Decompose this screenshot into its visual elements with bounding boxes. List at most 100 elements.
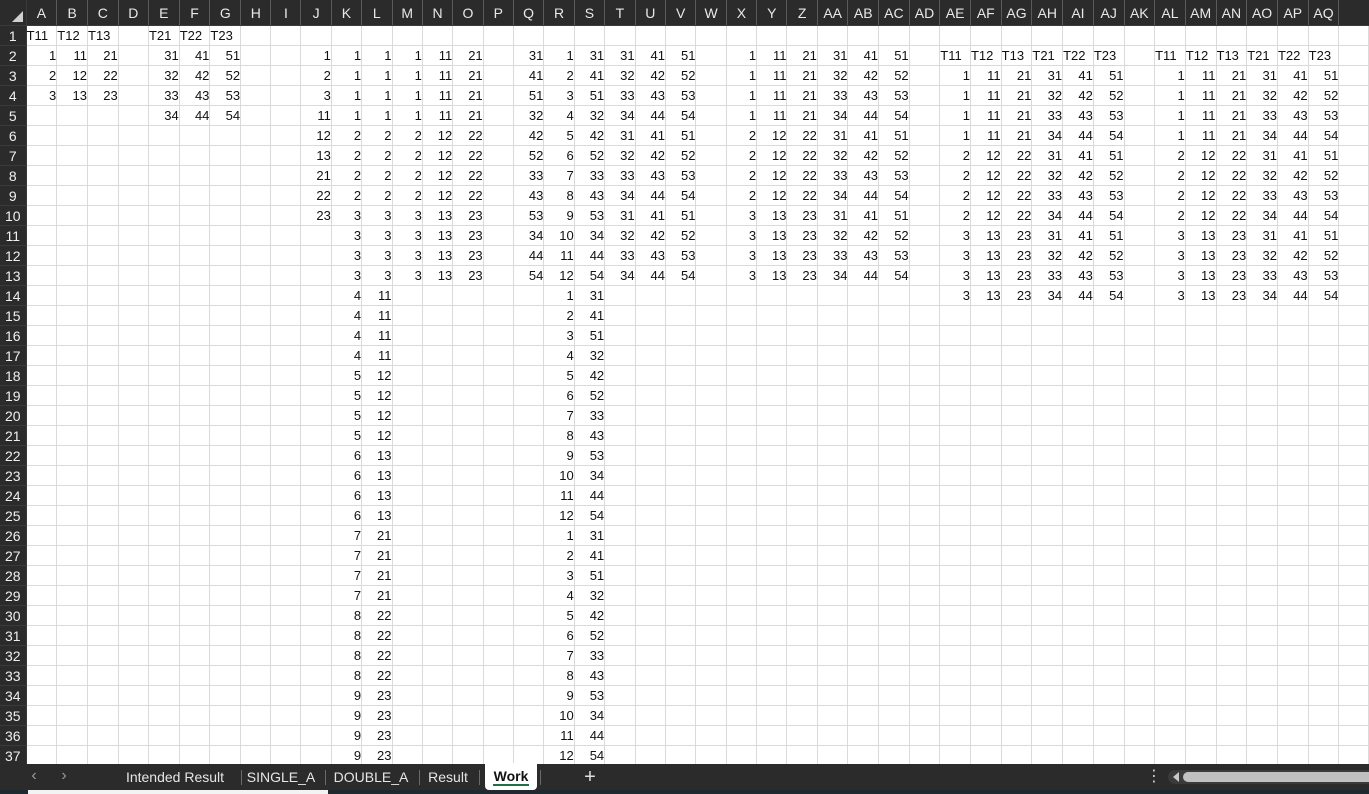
cell-m35[interactable] — [392, 705, 423, 726]
row-header[interactable]: 35 — [0, 705, 27, 726]
cell-ah9[interactable]: 33 — [1031, 185, 1064, 206]
cell-ai31[interactable] — [1062, 625, 1094, 646]
column-header-g[interactable]: G — [209, 0, 241, 26]
cell-am19[interactable] — [1185, 385, 1217, 406]
cell-am12[interactable]: 13 — [1185, 245, 1217, 266]
row-header[interactable]: 14 — [0, 285, 27, 306]
cell-al1[interactable] — [1154, 25, 1186, 46]
cell-am29[interactable] — [1185, 585, 1217, 606]
cell-e35[interactable] — [148, 705, 180, 726]
cell-u29[interactable] — [635, 585, 667, 606]
cell-aj11[interactable]: 51 — [1093, 225, 1125, 246]
cell-j24[interactable] — [300, 485, 332, 506]
cell-l21[interactable]: 12 — [361, 425, 393, 446]
cell-x23[interactable] — [726, 465, 758, 486]
cell-ag15[interactable] — [1001, 305, 1033, 326]
cell-q24[interactable] — [513, 485, 545, 506]
column-header-an[interactable]: AN — [1215, 0, 1247, 26]
cell-z1[interactable] — [786, 25, 818, 46]
cell-ao12[interactable]: 32 — [1246, 245, 1278, 266]
cell-aa36[interactable] — [817, 725, 849, 746]
cell-m4[interactable]: 1 — [392, 85, 423, 106]
cell-ad25[interactable] — [909, 505, 941, 526]
cell-m23[interactable] — [392, 465, 423, 486]
cell-d26[interactable] — [118, 525, 149, 546]
cell-e17[interactable] — [148, 345, 180, 366]
cell-ac7[interactable]: 52 — [878, 145, 910, 166]
cell-e14[interactable] — [148, 285, 180, 306]
row-header[interactable]: 34 — [0, 685, 27, 706]
cell-aq28[interactable] — [1308, 565, 1340, 586]
cell-v33[interactable] — [665, 665, 697, 686]
cell-x31[interactable] — [726, 625, 758, 646]
cell-aq21[interactable] — [1308, 425, 1340, 446]
cell-ac5[interactable]: 54 — [878, 105, 910, 126]
cell-ah1[interactable] — [1031, 25, 1064, 46]
column-header-v[interactable]: V — [665, 0, 696, 26]
column-header-y[interactable]: Y — [756, 0, 787, 26]
row-header[interactable]: 1 — [0, 25, 27, 46]
cell-x30[interactable] — [726, 605, 758, 626]
cell-aa32[interactable] — [817, 645, 849, 666]
cell-s20[interactable]: 33 — [574, 405, 606, 426]
cell-w30[interactable] — [695, 605, 727, 626]
cell-h36[interactable] — [240, 725, 272, 746]
cell-f6[interactable] — [179, 125, 211, 146]
cell-o25[interactable] — [452, 505, 484, 526]
cell-w34[interactable] — [695, 685, 727, 706]
cell-am1[interactable] — [1185, 25, 1217, 46]
cell-y15[interactable] — [756, 305, 788, 326]
cell-w12[interactable] — [695, 245, 727, 266]
cell-aq3[interactable]: 51 — [1308, 65, 1340, 86]
cell-ak16[interactable] — [1124, 325, 1156, 346]
cell-k25[interactable]: 6 — [331, 505, 363, 526]
cell-z23[interactable] — [786, 465, 818, 486]
cell-y34[interactable] — [756, 685, 788, 706]
cell-ae30[interactable] — [939, 605, 971, 626]
cell-y19[interactable] — [756, 385, 788, 406]
cell-aj14[interactable]: 54 — [1093, 285, 1125, 306]
cell-ak14[interactable] — [1124, 285, 1156, 306]
cell-c21[interactable] — [87, 425, 119, 446]
cell-c19[interactable] — [87, 385, 119, 406]
cell-t34[interactable] — [604, 685, 636, 706]
cell-b32[interactable] — [56, 645, 88, 666]
cell-ak26[interactable] — [1124, 525, 1156, 546]
cell-n24[interactable] — [422, 485, 454, 506]
cell-s9[interactable]: 43 — [574, 185, 606, 206]
cell-s29[interactable]: 32 — [574, 585, 606, 606]
cell-t10[interactable]: 31 — [604, 205, 636, 226]
cell-b10[interactable] — [56, 205, 88, 226]
cell-l12[interactable]: 3 — [361, 245, 393, 266]
cell-ap13[interactable]: 43 — [1277, 265, 1309, 286]
cell-f33[interactable] — [179, 665, 211, 686]
cell-x22[interactable] — [726, 445, 758, 466]
cell-aq8[interactable]: 52 — [1308, 165, 1340, 186]
cell-z25[interactable] — [786, 505, 818, 526]
cell-o27[interactable] — [452, 545, 484, 566]
cell-v5[interactable]: 54 — [665, 105, 697, 126]
cell-aj19[interactable] — [1093, 385, 1125, 406]
cell-m2[interactable]: 1 — [392, 45, 423, 66]
cell-o14[interactable] — [452, 285, 484, 306]
cell-ai24[interactable] — [1062, 485, 1094, 506]
cell-ah23[interactable] — [1031, 465, 1064, 486]
cell-an1[interactable] — [1216, 25, 1248, 46]
cell-aa25[interactable] — [817, 505, 849, 526]
cell-ao26[interactable] — [1246, 525, 1278, 546]
cell-q31[interactable] — [513, 625, 545, 646]
cell-g8[interactable] — [209, 165, 242, 186]
cell-o1[interactable] — [452, 25, 484, 46]
cell-b17[interactable] — [56, 345, 88, 366]
cell-ai21[interactable] — [1062, 425, 1094, 446]
cell-ae32[interactable] — [939, 645, 971, 666]
cell-p17[interactable] — [483, 345, 514, 366]
cell-i4[interactable] — [270, 85, 302, 106]
cell-w35[interactable] — [695, 705, 727, 726]
cell-s1[interactable] — [574, 25, 606, 46]
cell-an28[interactable] — [1216, 565, 1248, 586]
cell-aa10[interactable]: 31 — [817, 205, 849, 226]
cell-j14[interactable] — [300, 285, 332, 306]
cell-a16[interactable] — [26, 325, 58, 346]
cell-y11[interactable]: 13 — [756, 225, 788, 246]
